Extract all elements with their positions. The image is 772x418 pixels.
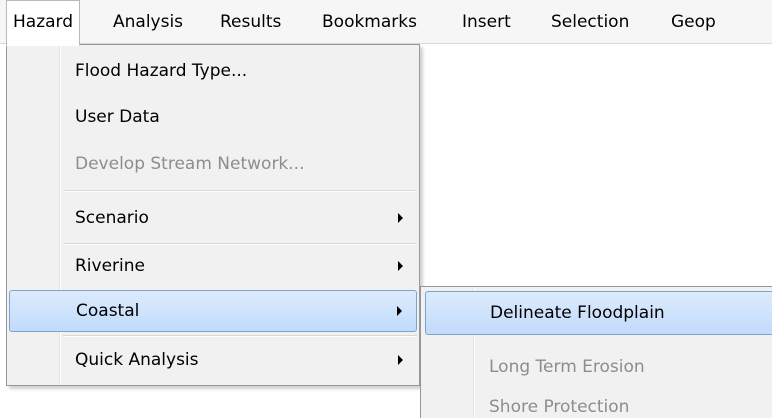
chevron-right-icon: [398, 261, 403, 271]
coastal-submenu: Delineate Floodplain Long Term Erosion S…: [420, 286, 772, 418]
menu-item-label: Coastal: [76, 301, 140, 321]
menu-item-label: Develop Stream Network...: [75, 154, 305, 174]
menu-item-label: Riverine: [75, 256, 146, 276]
hazard-dropdown-menu: Flood Hazard Type... User Data Develop S…: [6, 44, 420, 386]
menu-item-user-data[interactable]: User Data: [9, 96, 417, 138]
menu-results[interactable]: Results: [214, 0, 287, 44]
menu-analysis[interactable]: Analysis: [107, 0, 189, 44]
menu-item-label: Long Term Erosion: [489, 357, 645, 377]
application-window: Hazard Analysis Results Bookmarks Insert…: [0, 0, 772, 418]
submenu-item-long-term-erosion: Long Term Erosion: [425, 345, 772, 389]
menu-item-scenario[interactable]: Scenario: [9, 197, 417, 239]
menu-item-develop-stream-network: Develop Stream Network...: [9, 143, 417, 185]
submenu-item-delineate-floodplain[interactable]: Delineate Floodplain: [425, 291, 772, 335]
menu-bar: Hazard Analysis Results Bookmarks Insert…: [0, 0, 772, 46]
menu-item-label: Scenario: [75, 208, 149, 228]
menu-item-label: Shore Protection: [489, 397, 630, 417]
menu-item-label: User Data: [75, 107, 160, 127]
menu-item-label: Quick Analysis: [75, 350, 199, 370]
chevron-right-icon: [397, 306, 402, 316]
menu-separator: [63, 335, 417, 337]
chevron-right-icon: [398, 213, 403, 223]
menu-geoprocessing[interactable]: Geop: [665, 0, 722, 44]
submenu-item-shore-protection: Shore Protection: [425, 385, 772, 418]
chevron-right-icon: [398, 355, 403, 365]
menu-item-quick-analysis[interactable]: Quick Analysis: [9, 339, 417, 381]
menu-separator: [63, 190, 417, 192]
menu-item-coastal[interactable]: Coastal: [9, 290, 417, 332]
menu-item-label: Flood Hazard Type...: [75, 61, 248, 81]
menu-selection[interactable]: Selection: [545, 0, 635, 44]
menu-hazard[interactable]: Hazard: [6, 0, 81, 46]
menu-insert[interactable]: Insert: [456, 0, 517, 44]
menu-item-flood-hazard-type[interactable]: Flood Hazard Type...: [9, 50, 417, 92]
menu-bookmarks[interactable]: Bookmarks: [316, 0, 423, 44]
menu-item-label: Delineate Floodplain: [490, 303, 665, 323]
menu-item-riverine[interactable]: Riverine: [9, 245, 417, 287]
